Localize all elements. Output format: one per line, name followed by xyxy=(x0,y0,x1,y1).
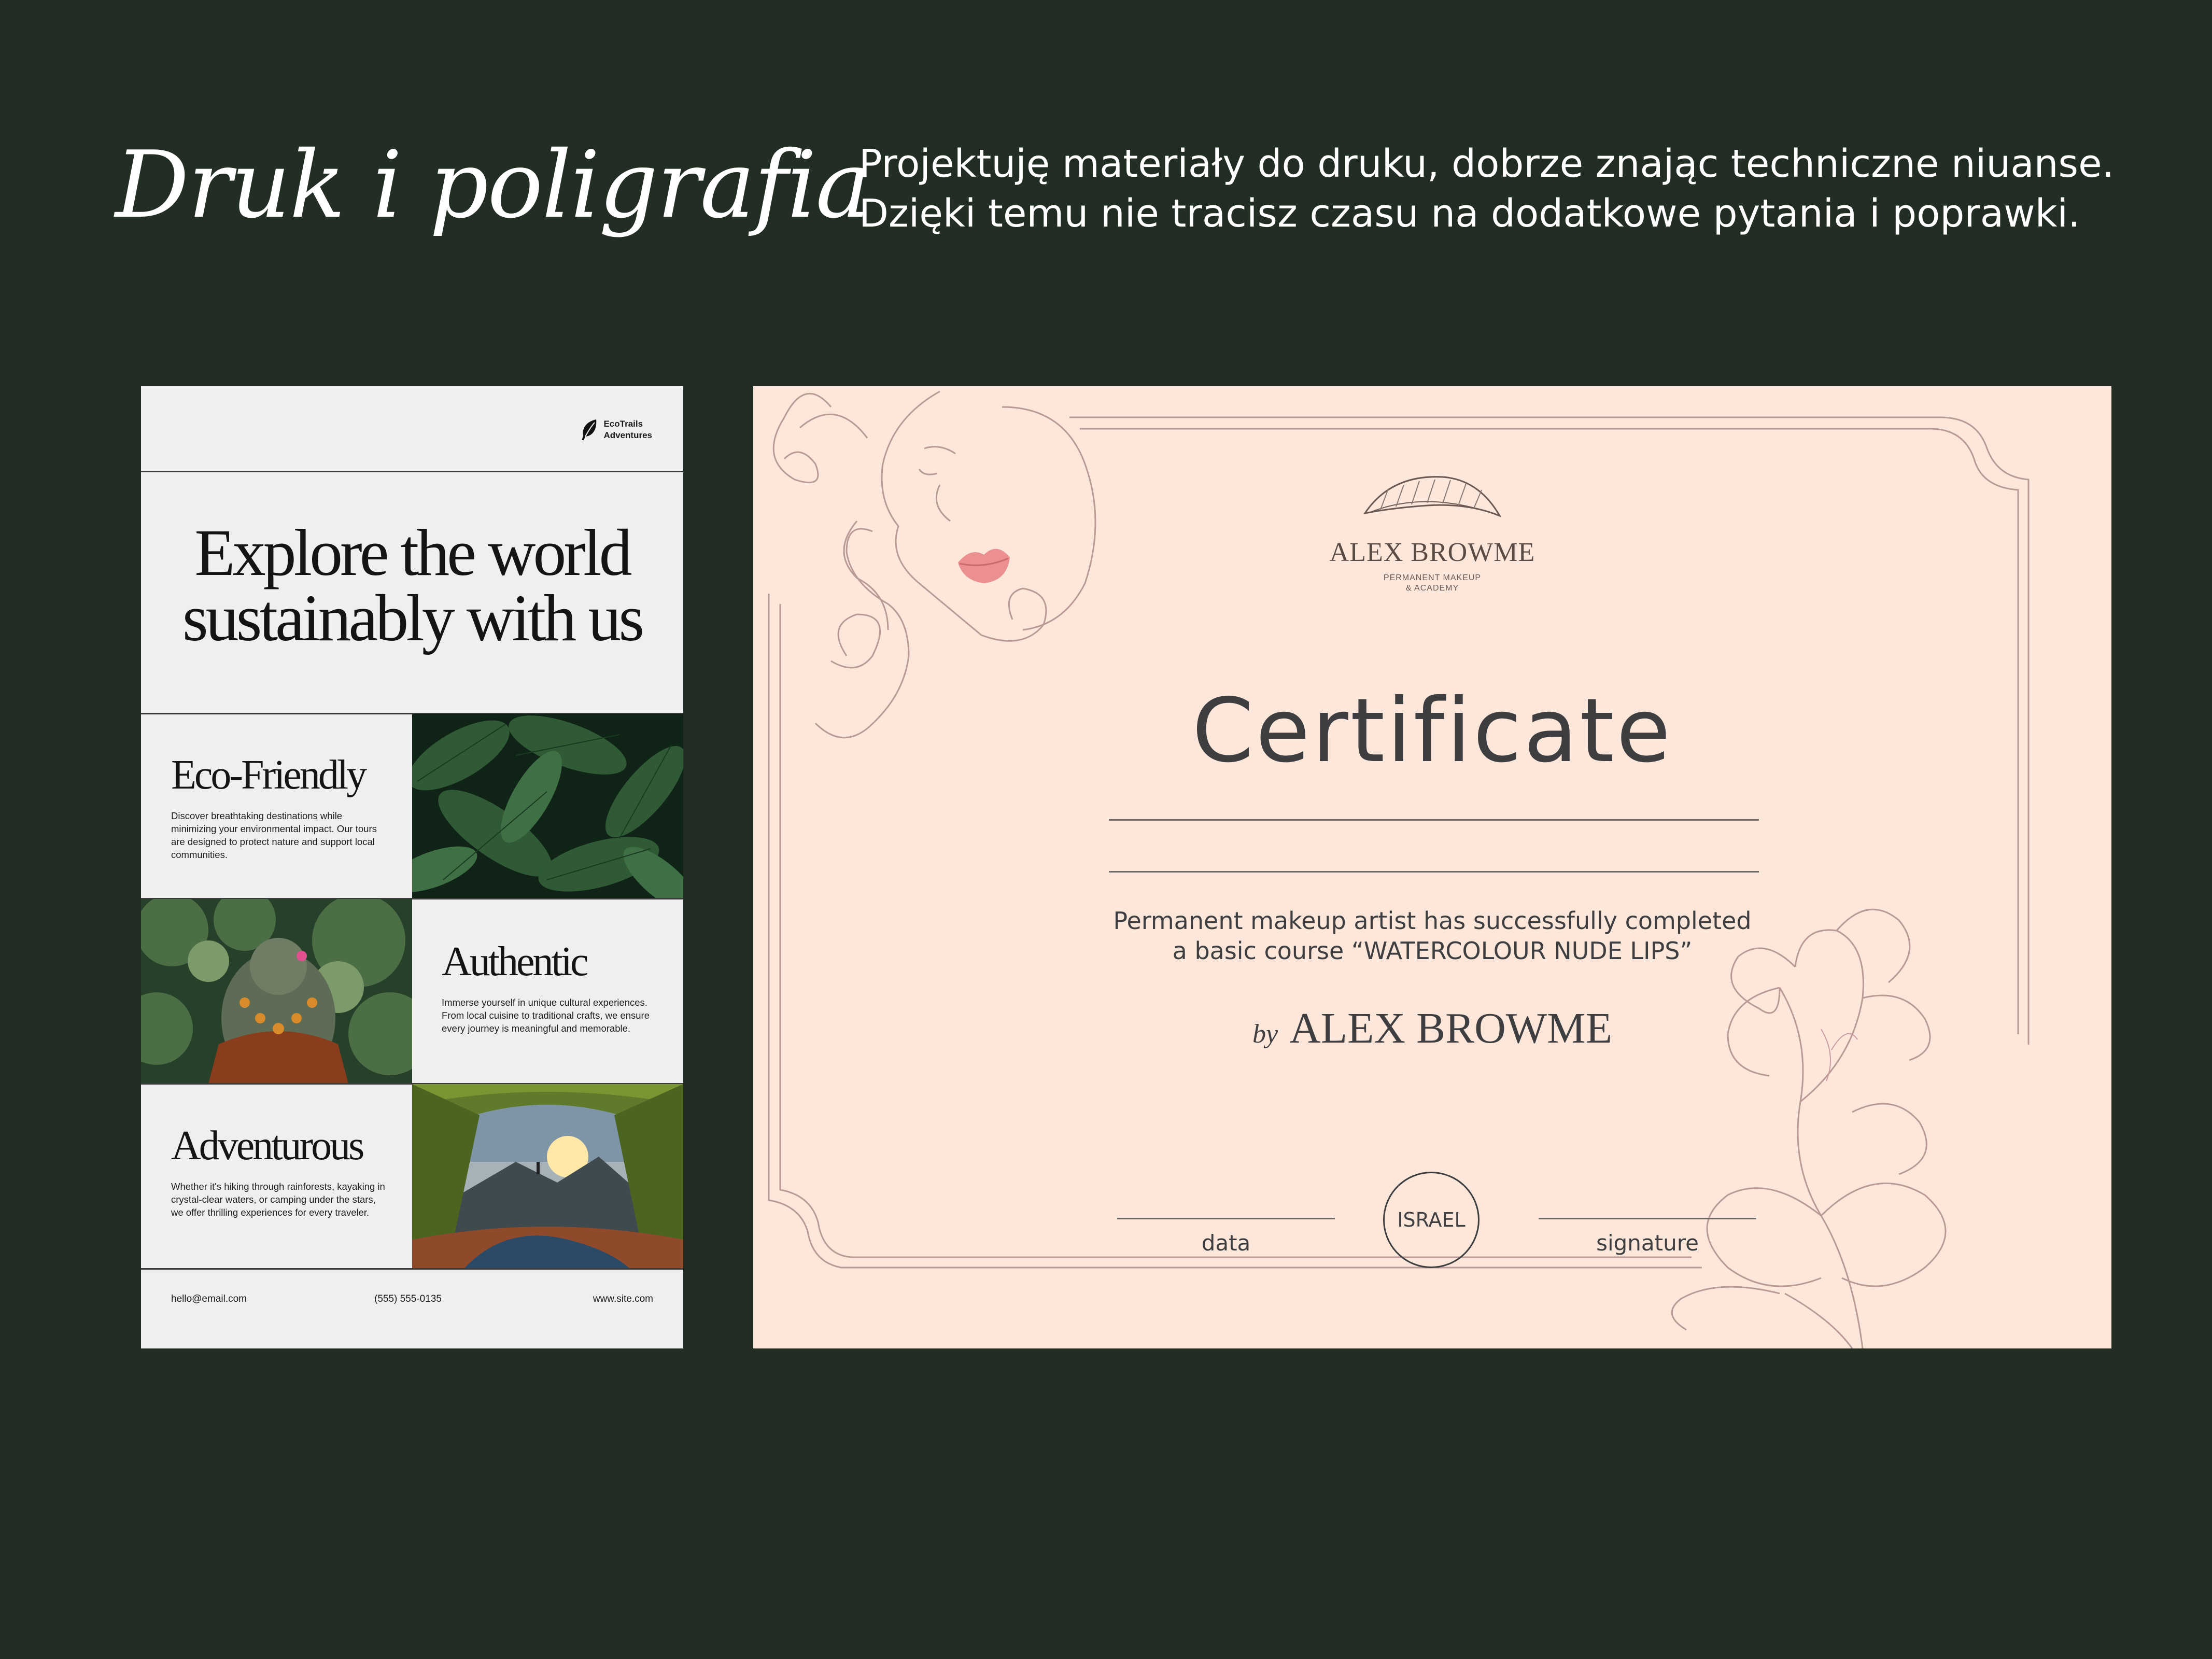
poster-brand-name: EcoTrails Adventures xyxy=(603,419,652,440)
feature-text: Discover breathtaking destinations while… xyxy=(171,810,377,860)
name-line xyxy=(1109,871,1759,873)
section-intro: Projektuję materiały do druku, dobrze zn… xyxy=(859,139,2114,238)
feature-eco-friendly: Eco-Friendly Discover breathtaking desti… xyxy=(171,754,410,861)
poster-mockup: EcoTrails Adventures Explore the world s… xyxy=(141,386,683,1348)
leaf-logo-icon xyxy=(582,419,597,440)
certificate-mockup: ALEX BROWME PERMANENT MAKEUP & ACADEMY C… xyxy=(753,386,2111,1348)
face-line-art-icon xyxy=(772,390,1096,739)
intro-line-2: Dzięki temu nie tracisz czasu na dodatko… xyxy=(859,191,2080,236)
section-heading: Druk i poligrafia xyxy=(115,131,870,238)
poster-title: Explore the world sustainably with us xyxy=(182,516,644,655)
logo-subtitle: PERMANENT MAKEUP & ACADEMY xyxy=(1383,573,1482,593)
by-label: by xyxy=(1252,1019,1278,1049)
date-label: data xyxy=(1201,1230,1251,1256)
signature-label: signature xyxy=(1596,1230,1699,1256)
tent-photo xyxy=(412,1084,683,1269)
contact-phone: (555) 555-0135 xyxy=(374,1294,442,1304)
date-line xyxy=(1117,1218,1335,1219)
contact-website: www.site.com xyxy=(593,1294,653,1304)
signature-line xyxy=(1539,1218,1756,1219)
stamp-seal: ISRAEL xyxy=(1383,1172,1480,1268)
divider xyxy=(141,471,683,472)
logo-name: ALEX BROWME xyxy=(1329,538,1535,567)
feature-title: Authentic xyxy=(442,939,588,985)
contact-email: hello@email.com xyxy=(171,1294,247,1304)
certificate-issuer: by ALEX BROWME xyxy=(753,1003,2111,1053)
statue-photo xyxy=(141,899,412,1084)
intro-line-1: Projektuję materiały do druku, dobrze zn… xyxy=(859,142,2115,186)
certificate-title: Certificate xyxy=(1192,680,1673,782)
leaves-photo xyxy=(412,714,683,898)
feature-text: Whether it's hiking through rainforests,… xyxy=(171,1181,385,1218)
certificate-description: Permanent makeup artist has successfully… xyxy=(1113,907,1752,965)
feature-text: Immerse yourself in unique cultural expe… xyxy=(442,997,650,1034)
divider xyxy=(141,1268,683,1270)
feature-title: Eco-Friendly xyxy=(171,752,367,798)
feature-authentic: Authentic Immerse yourself in unique cul… xyxy=(442,941,680,1035)
lips-icon xyxy=(958,549,1010,583)
poster-brand: EcoTrails Adventures xyxy=(581,418,652,441)
flower-line-art-icon xyxy=(1671,908,1947,1348)
poster-footer: hello@email.com (555) 555-0135 www.site.… xyxy=(141,1294,683,1325)
feature-adventurous: Adventurous Whether it's hiking through … xyxy=(171,1125,410,1219)
name-line xyxy=(1109,819,1759,821)
feature-title: Adventurous xyxy=(171,1123,364,1169)
issuer-name: ALEX BROWME xyxy=(1289,1004,1613,1052)
certificate-logo: ALEX BROWME PERMANENT MAKEUP & ACADEMY xyxy=(1272,472,1593,594)
